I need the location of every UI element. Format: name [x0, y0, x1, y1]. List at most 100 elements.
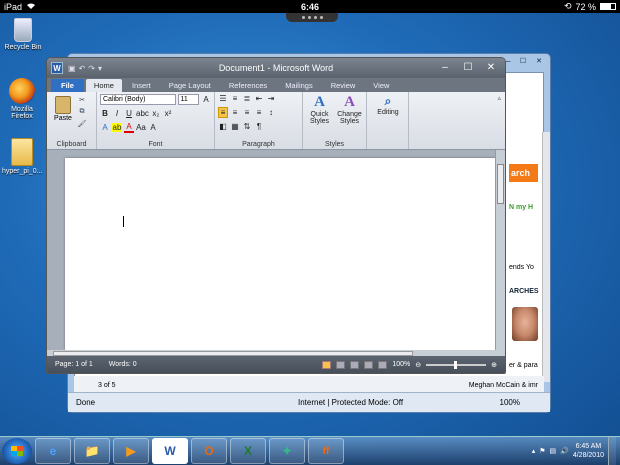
ie-snippet[interactable]: er & para: [509, 362, 539, 369]
vertical-scroll-thumb[interactable]: [497, 164, 504, 204]
align-left-button[interactable]: ≡: [218, 107, 228, 118]
tab-review[interactable]: Review: [323, 79, 364, 92]
increase-indent-icon[interactable]: ⇥: [266, 94, 276, 103]
desktop-icon-file[interactable]: hyper_pi_0...: [2, 138, 42, 175]
zoom-out-icon[interactable]: ⊖: [415, 361, 421, 369]
font-name-select[interactable]: Calibri (Body): [100, 94, 176, 105]
close-icon[interactable]: ✕: [532, 57, 546, 67]
volume-icon[interactable]: 🔊: [560, 447, 569, 455]
grow-font-icon[interactable]: A: [201, 95, 211, 104]
ie-bottom-link[interactable]: Meghan McCain & imr: [469, 382, 538, 389]
zoom-level[interactable]: 100%: [392, 361, 410, 368]
ie-thumbnail-image[interactable]: [512, 307, 538, 341]
font-color-button[interactable]: A: [124, 122, 134, 133]
align-center-button[interactable]: ≡: [230, 108, 240, 117]
collapse-ribbon-icon[interactable]: ▵: [497, 94, 501, 102]
font-size-select[interactable]: 11: [177, 94, 199, 105]
taskbar-explorer-icon[interactable]: 📁: [74, 438, 110, 464]
maximize-icon[interactable]: ☐: [516, 57, 530, 67]
subscript-button[interactable]: x₂: [151, 109, 161, 118]
taskbar-outlook-icon[interactable]: O: [191, 438, 227, 464]
taskbar-ie-icon[interactable]: e: [35, 438, 71, 464]
ie-snippet[interactable]: ARCHES: [509, 288, 539, 295]
copy-icon[interactable]: ⧉: [76, 108, 88, 117]
vertical-scrollbar[interactable]: [495, 150, 505, 350]
ie-caption-buttons: — ☐ ✕: [500, 57, 546, 67]
line-spacing-icon[interactable]: ↕: [266, 108, 276, 117]
show-desktop-button[interactable]: [608, 437, 616, 465]
show-marks-icon[interactable]: ¶: [254, 122, 264, 131]
undo-icon[interactable]: ↶: [79, 64, 86, 73]
cut-icon[interactable]: ✂: [76, 96, 88, 105]
network-icon[interactable]: ▤: [550, 447, 557, 455]
zoom-in-icon[interactable]: ⊕: [491, 361, 497, 369]
numbering-icon[interactable]: ≡: [230, 94, 240, 103]
editing-button[interactable]: ⌕ Editing: [370, 94, 406, 116]
highlight-button[interactable]: ab: [112, 123, 122, 132]
start-button[interactable]: [2, 438, 32, 464]
format-painter-icon[interactable]: 🖌: [76, 120, 88, 129]
change-case-button[interactable]: Aa: [136, 123, 146, 132]
justify-button[interactable]: ≡: [254, 108, 264, 117]
superscript-button[interactable]: x²: [163, 109, 173, 118]
strikethrough-button[interactable]: abc: [136, 109, 149, 118]
word-icon[interactable]: W: [51, 62, 63, 74]
full-screen-view-button[interactable]: [336, 360, 346, 369]
multilevel-list-icon[interactable]: ≣: [242, 94, 252, 103]
taskbar-clock[interactable]: 6:45 AM 4/28/2010: [573, 442, 604, 460]
text-effects-button[interactable]: A: [100, 123, 110, 132]
tab-home[interactable]: Home: [85, 79, 122, 92]
tab-mailings[interactable]: Mailings: [277, 79, 321, 92]
show-hidden-icons-icon[interactable]: ▴: [532, 447, 536, 455]
taskbar-excel-icon[interactable]: X: [230, 438, 266, 464]
tab-insert[interactable]: Insert: [124, 79, 159, 92]
borders-icon[interactable]: ▦: [230, 122, 240, 131]
page-count[interactable]: Page: 1 of 1: [55, 361, 93, 368]
zoom-slider[interactable]: [426, 360, 487, 369]
print-layout-view-button[interactable]: [322, 360, 332, 369]
ie-zone-text[interactable]: Internet | Protected Mode: Off: [298, 398, 403, 407]
sort-icon[interactable]: ⇅: [242, 122, 252, 131]
close-button[interactable]: ✕: [481, 61, 501, 75]
maximize-button[interactable]: ☐: [458, 61, 478, 75]
minimize-button[interactable]: –: [435, 61, 455, 75]
ie-snippet[interactable]: ends Yo: [509, 264, 539, 271]
ie-zoom-level[interactable]: 100%: [500, 398, 520, 407]
tab-view[interactable]: View: [365, 79, 397, 92]
bullets-icon[interactable]: ☰: [218, 94, 228, 103]
shrink-font-icon[interactable]: A: [148, 123, 158, 132]
ie-vertical-scrollbar[interactable]: [542, 132, 550, 382]
web-layout-view-button[interactable]: [350, 360, 360, 369]
align-right-button[interactable]: ≡: [242, 108, 252, 117]
taskbar-word-icon[interactable]: W: [152, 438, 188, 464]
bold-button[interactable]: B: [100, 109, 110, 118]
shading-icon[interactable]: ◧: [218, 122, 228, 131]
word-window[interactable]: W ▣ ↶ ↷ ▾ Document1 - Microsoft Word – ☐…: [46, 57, 506, 374]
desktop-icon-recycle-bin[interactable]: Recycle Bin: [3, 18, 43, 51]
ie-pager[interactable]: 3 of 5: [98, 382, 116, 389]
tab-page-layout[interactable]: Page Layout: [161, 79, 219, 92]
document-page[interactable]: [65, 158, 497, 350]
tab-references[interactable]: References: [221, 79, 275, 92]
underline-button[interactable]: U: [124, 109, 134, 118]
decrease-indent-icon[interactable]: ⇤: [254, 94, 264, 103]
document-area[interactable]: [47, 150, 505, 350]
remote-desktop-handle[interactable]: [286, 13, 338, 22]
taskbar-app-icon[interactable]: ✦: [269, 438, 305, 464]
flag-icon[interactable]: ⚑: [539, 447, 545, 455]
save-icon[interactable]: ▣: [68, 64, 76, 73]
draft-view-button[interactable]: [378, 360, 388, 369]
customize-qat-icon[interactable]: ▾: [98, 64, 102, 73]
outline-view-button[interactable]: [364, 360, 374, 369]
italic-button[interactable]: I: [112, 109, 122, 118]
taskbar-media-player-icon[interactable]: ▶: [113, 438, 149, 464]
word-title-bar[interactable]: W ▣ ↶ ↷ ▾ Document1 - Microsoft Word – ☐…: [47, 58, 505, 78]
word-count[interactable]: Words: 0: [109, 361, 137, 368]
ie-snippet[interactable]: N my H: [509, 204, 539, 211]
desktop-icon-firefox[interactable]: Mozilla Firefox: [2, 78, 42, 120]
clock-time: 6:45 AM: [575, 443, 602, 450]
taskbar-firefox-icon[interactable]: ff: [308, 438, 344, 464]
redo-icon[interactable]: ↷: [88, 64, 95, 73]
ie-search-banner[interactable]: arch: [509, 164, 538, 182]
tab-file[interactable]: File: [51, 79, 84, 92]
